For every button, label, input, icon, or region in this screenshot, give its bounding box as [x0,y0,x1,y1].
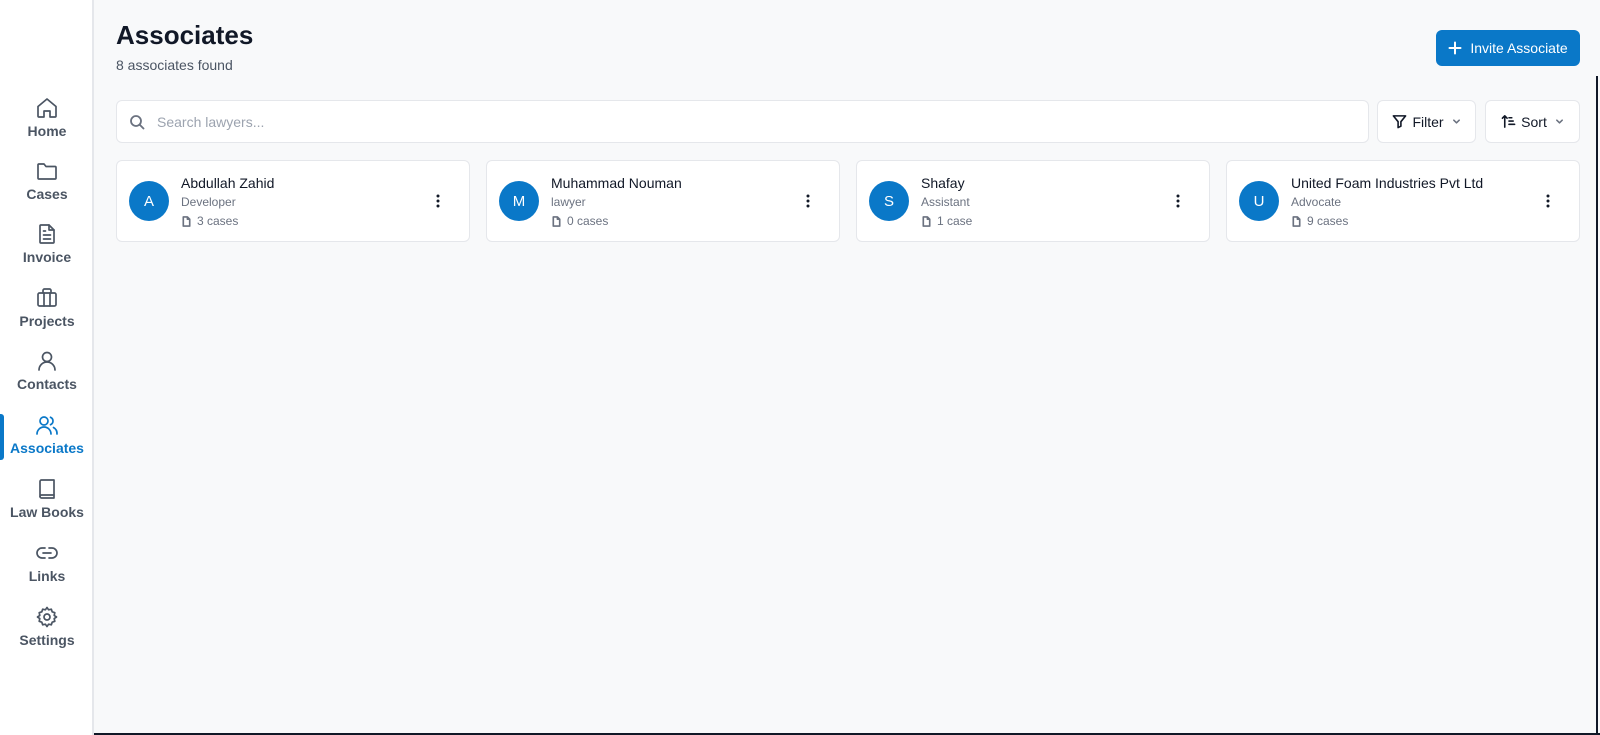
search-input[interactable] [157,113,1337,130]
sidebar-item-associates[interactable]: Associates [0,413,94,469]
sidebar-item-label: Contacts [17,376,77,392]
plus-icon [1448,41,1462,55]
sidebar-item-settings[interactable]: Settings [0,605,94,661]
associate-cases: 3 cases [181,214,238,228]
sidebar-item-label: Law Books [10,504,84,520]
sidebar-item-label: Home [27,123,67,139]
search-bar [116,100,1369,143]
avatar: S [869,181,909,221]
sort-label: Sort [1521,113,1547,130]
filter-icon [1392,114,1407,129]
gear-icon [35,605,59,629]
associate-card[interactable]: U United Foam Industries Pvt Ltd Advocat… [1226,160,1580,242]
scrollbar[interactable] [1596,76,1598,735]
associate-role: Assistant [921,195,970,209]
associate-name: Shafay [921,175,965,191]
file-icon [1291,215,1302,227]
associate-role: Developer [181,195,236,209]
filter-button[interactable]: Filter [1377,100,1476,143]
associate-cases-count: 0 cases [567,214,609,228]
home-icon [35,96,59,120]
associate-cases-count: 9 cases [1307,214,1349,228]
invite-associate-button[interactable]: Invite Associate [1436,30,1580,66]
chevron-down-icon [1555,117,1564,126]
associate-cases-count: 1 case [937,214,973,228]
sidebar-item-contacts[interactable]: Contacts [0,349,94,405]
associate-cases: 1 case [921,214,972,228]
more-options-icon[interactable] [429,191,447,211]
sort-button[interactable]: Sort [1485,100,1580,143]
briefcase-icon [35,286,59,310]
associate-name: United Foam Industries Pvt Ltd [1291,175,1484,191]
associate-cases-count: 3 cases [197,214,239,228]
book-icon [35,477,59,501]
sidebar-item-label: Projects [19,313,75,329]
invite-associate-label: Invite Associate [1470,40,1568,56]
document-icon [35,222,59,246]
sidebar-item-label: Associates [10,440,84,456]
sidebar: Home Cases Invoice Projects Contacts Ass… [0,0,94,735]
more-options-icon[interactable] [1169,191,1187,211]
sidebar-item-links[interactable]: Links [0,541,94,597]
avatar: M [499,181,539,221]
associate-role: Advocate [1291,195,1342,209]
associate-name: Muhammad Nouman [551,175,682,191]
avatar: U [1239,181,1279,221]
more-options-icon[interactable] [799,191,817,211]
associate-card[interactable]: M Muhammad Nouman lawyer 0 cases [486,160,840,242]
sidebar-item-label: Settings [19,632,75,648]
users-icon [35,413,59,437]
associate-cases: 9 cases [1291,214,1348,228]
avatar: A [129,181,169,221]
chevron-down-icon [1452,117,1461,126]
associate-card[interactable]: A Abdullah Zahid Developer 3 cases [116,160,470,242]
sidebar-item-home[interactable]: Home [0,96,94,152]
filter-label: Filter [1412,113,1444,130]
file-icon [181,215,192,227]
sidebar-item-cases[interactable]: Cases [0,159,94,215]
user-icon [35,349,59,373]
sort-icon [1501,114,1516,129]
more-options-icon[interactable] [1539,191,1557,211]
sidebar-item-law-books[interactable]: Law Books [0,477,94,533]
search-icon [129,114,145,130]
sidebar-item-label: Cases [26,186,68,202]
sidebar-item-label: Invoice [22,249,72,265]
associate-card[interactable]: S Shafay Assistant 1 case [856,160,1210,242]
sidebar-item-projects[interactable]: Projects [0,286,94,342]
file-icon [921,215,932,227]
associate-cases: 0 cases [551,214,608,228]
folder-icon [35,159,59,183]
associates-count: 8 associates found [116,57,233,73]
link-icon [35,541,59,565]
file-icon [551,215,562,227]
sidebar-item-label: Links [28,568,66,584]
page-title: Associates [116,20,254,50]
associate-role: lawyer [551,195,586,209]
sidebar-item-invoice[interactable]: Invoice [0,222,94,278]
associate-name: Abdullah Zahid [181,175,275,191]
